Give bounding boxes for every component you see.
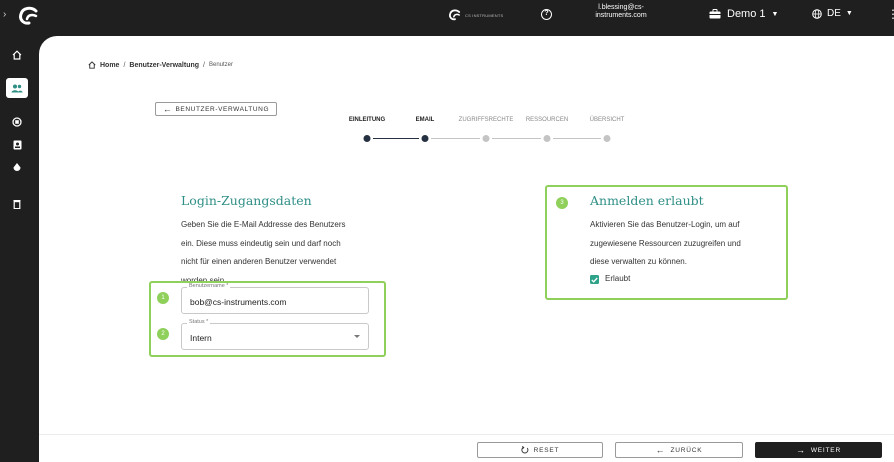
trash-icon	[13, 200, 21, 209]
login-allowed-description: Aktivieren Sie das Benutzer-Login, um au…	[590, 216, 780, 272]
user-email[interactable]: l.blessing@cs- instruments.com	[591, 4, 651, 20]
expand-sidebar-icon[interactable]: ›	[3, 9, 6, 20]
login-allowed-checkbox-label[interactable]: Erlaubt	[605, 270, 630, 289]
brand-logo: CS INSTRUMENTS	[448, 9, 503, 21]
reset-button[interactable]: RESET	[477, 442, 603, 458]
step-label-einleitung: EINLEITUNG	[348, 117, 386, 123]
step-dot-uebersicht[interactable]	[603, 135, 611, 142]
language-label: DE	[827, 8, 841, 19]
more-icon[interactable]: ⋮	[887, 7, 894, 21]
reset-icon	[521, 446, 529, 454]
back-button[interactable]: ← ZURÜCK	[615, 442, 743, 458]
language-selector[interactable]: DE ▼	[812, 8, 853, 19]
arrow-left-icon: ←	[162, 104, 173, 114]
globe-icon	[812, 8, 822, 19]
next-button-label: WEITER	[810, 446, 841, 454]
login-description: Geben Sie die E-Mail Addresse des Benutz…	[181, 216, 401, 283]
users-icon	[11, 84, 23, 92]
step-dot-einleitung[interactable]	[363, 135, 371, 142]
login-allowed-title: Anmelden erlaubt	[590, 193, 704, 208]
step-connector	[553, 138, 601, 139]
login-allowed-checkbox[interactable]	[590, 275, 599, 284]
home-icon	[88, 61, 96, 69]
login-allowed-description-line: diese verwalten zu können.	[590, 257, 687, 266]
status-value: Intern	[190, 333, 212, 343]
login-section-title: Login-Zugangsdaten	[181, 193, 312, 208]
brand-text: CS INSTRUMENTS	[465, 12, 504, 18]
breadcrumb-separator: /	[123, 61, 126, 69]
breadcrumb: Home / Benutzer-Verwaltung / Benutzer	[88, 61, 233, 69]
app-logo-icon[interactable]	[18, 6, 40, 26]
device-icon	[12, 117, 22, 127]
login-allowed-description-line: Aktivieren Sie das Benutzer-Login, um au…	[590, 220, 740, 229]
status-select[interactable]: Status * Intern	[181, 319, 369, 350]
login-description-line: nicht für einen anderen Benutzer verwend…	[181, 257, 337, 266]
back-to-user-management-button[interactable]: ← BENUTZER-VERWALTUNG	[155, 102, 277, 116]
sidebar-item-devices[interactable]	[6, 112, 28, 132]
dropdown-caret-icon	[354, 335, 360, 338]
back-button-label: BENUTZER-VERWALTUNG	[175, 105, 270, 113]
back-button-label: ZURÜCK	[670, 446, 703, 454]
status-label: Status *	[187, 319, 211, 325]
footer-actions: RESET ← ZURÜCK → WEITER	[39, 434, 894, 462]
user-email-line2: instruments.com	[595, 12, 647, 19]
home-icon	[12, 50, 22, 60]
help-icon[interactable]: ?	[541, 9, 552, 20]
sidebar-item-users[interactable]	[6, 78, 28, 98]
sidebar-item-badges[interactable]	[6, 135, 28, 155]
login-allowed-description-line: zugewiesene Ressourcen zuzugreifen und	[590, 238, 741, 248]
breadcrumb-separator: /	[203, 61, 205, 69]
briefcase-icon	[709, 9, 721, 19]
username-value: bob@cs-instruments.com	[190, 297, 287, 307]
chevron-down-icon: ▼	[845, 10, 853, 17]
step-label-zugriffsrechte: ZUGRIFFSRECHTE	[458, 117, 514, 123]
workspace-selector[interactable]: Demo 1 ▼	[709, 8, 778, 20]
login-description-line: Geben Sie die E-Mail Addresse des Benutz…	[181, 220, 346, 229]
arrow-left-icon: ←	[655, 445, 666, 455]
arrow-right-icon: →	[796, 445, 806, 455]
step-badge-3: 3	[556, 197, 568, 209]
username-field[interactable]: Benutzername * bob@cs-instruments.com	[181, 283, 369, 314]
breadcrumb-section[interactable]: Benutzer-Verwaltung	[129, 62, 199, 69]
step-label-uebersicht: ÜBERSICHT	[589, 117, 625, 123]
next-button[interactable]: → WEITER	[755, 442, 882, 458]
sidebar-item-resources[interactable]	[6, 157, 28, 177]
reset-button-label: RESET	[533, 446, 560, 454]
chevron-down-icon: ▼	[771, 10, 779, 18]
username-label: Benutzername *	[187, 283, 231, 289]
user-email-line1: l.blessing@cs-	[598, 4, 644, 11]
main-content: Home / Benutzer-Verwaltung / Benutzer ← …	[39, 36, 894, 462]
step-dot-email[interactable]	[421, 135, 429, 142]
step-dot-ressourcen[interactable]	[543, 135, 551, 142]
badge-icon	[13, 140, 21, 150]
sidebar	[0, 30, 34, 462]
login-description-line: ein. Diese muss eindeutig sein und darf …	[181, 238, 341, 248]
check-icon	[591, 277, 598, 283]
breadcrumb-current: Benutzer	[208, 62, 233, 68]
step-dot-zugriffsrechte[interactable]	[482, 135, 490, 142]
sidebar-item-trash[interactable]	[6, 194, 28, 214]
step-label-email: EMAIL	[415, 117, 435, 123]
step-connector	[492, 138, 541, 139]
step-connector	[431, 138, 480, 139]
brand-logo-icon	[449, 9, 461, 21]
step-connector	[373, 138, 419, 139]
breadcrumb-home[interactable]: Home	[100, 62, 119, 69]
drop-icon	[13, 163, 21, 171]
step-badge-1: 1	[157, 292, 169, 304]
top-bar: › CS INSTRUMENTS ? l.blessing@cs- instru…	[0, 0, 894, 30]
step-label-ressourcen: RESSOURCEN	[525, 117, 569, 123]
workspace-label: Demo 1	[727, 8, 766, 20]
sidebar-item-home[interactable]	[6, 45, 28, 65]
step-badge-2: 2	[157, 328, 169, 340]
